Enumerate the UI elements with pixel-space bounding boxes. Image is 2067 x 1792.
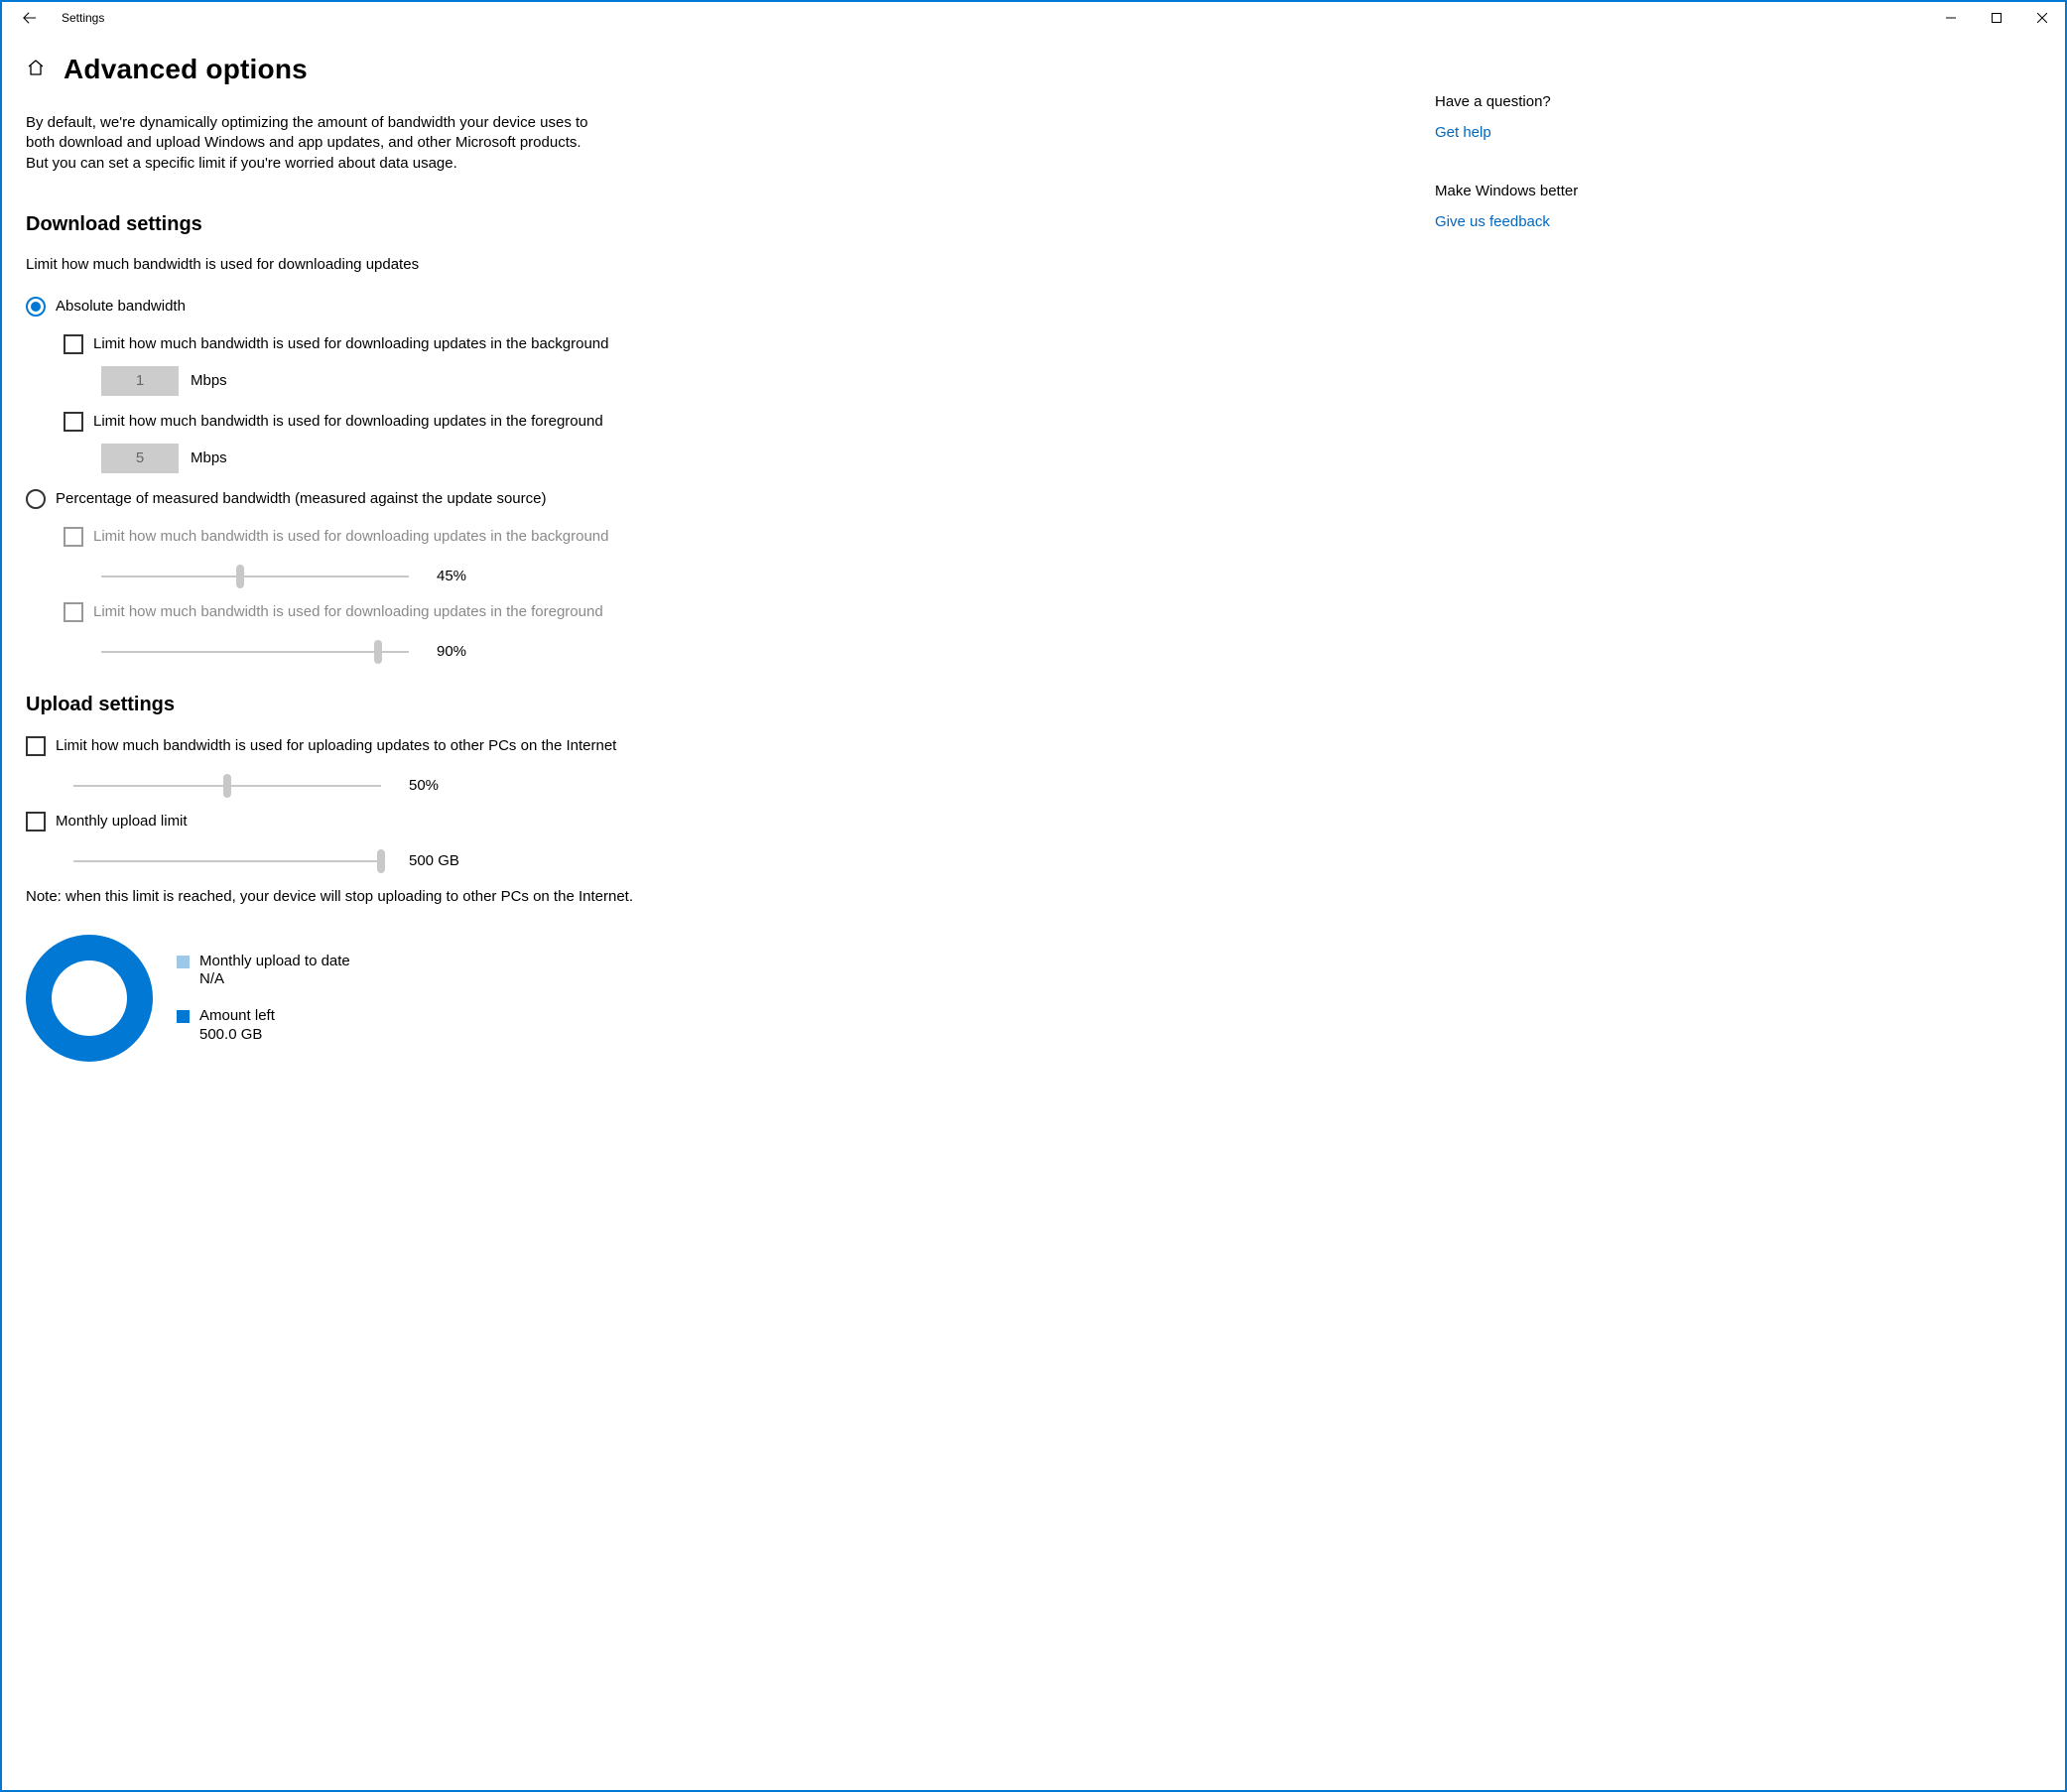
checkbox-icon bbox=[64, 334, 83, 354]
checkbox-label: Limit how much bandwidth is used for dow… bbox=[93, 528, 609, 545]
maximize-icon bbox=[1992, 13, 2002, 23]
swatch-icon bbox=[177, 956, 190, 968]
slider-value: 50% bbox=[409, 777, 468, 794]
give-feedback-link[interactable]: Give us feedback bbox=[1435, 213, 1550, 230]
radio-icon bbox=[26, 489, 46, 509]
unit-label: Mbps bbox=[191, 449, 227, 466]
close-icon bbox=[2037, 13, 2047, 23]
checkbox-download-foreground-absolute[interactable]: Limit how much bandwidth is used for dow… bbox=[64, 412, 1395, 432]
make-windows-better: Make Windows better bbox=[1435, 183, 1693, 199]
intro-text: By default, we're dynamically optimizing… bbox=[26, 113, 601, 174]
checkbox-icon bbox=[64, 527, 83, 547]
upload-heading: Upload settings bbox=[26, 694, 1395, 716]
legend-monthly-upload-to-date: Monthly upload to date N/A bbox=[177, 953, 350, 990]
monthly-upload-limit-slider bbox=[73, 849, 381, 873]
checkbox-monthly-upload-limit[interactable]: Monthly upload limit bbox=[26, 812, 1395, 832]
close-button[interactable] bbox=[2019, 2, 2065, 34]
upload-donut-chart bbox=[26, 935, 153, 1062]
home-icon[interactable] bbox=[26, 58, 46, 81]
checkbox-download-background-absolute[interactable]: Limit how much bandwidth is used for dow… bbox=[64, 334, 1395, 354]
titlebar: Settings bbox=[2, 2, 2065, 34]
minimize-button[interactable] bbox=[1928, 2, 1974, 34]
checkbox-label: Limit how much bandwidth is used for dow… bbox=[93, 603, 603, 620]
arrow-left-icon bbox=[23, 11, 37, 25]
page-title: Advanced options bbox=[64, 54, 308, 85]
checkbox-icon bbox=[64, 412, 83, 432]
slider-value: 45% bbox=[437, 568, 496, 584]
back-button[interactable] bbox=[10, 2, 50, 34]
download-heading: Download settings bbox=[26, 213, 1395, 236]
minimize-icon bbox=[1946, 13, 1956, 23]
download-background-percent-slider bbox=[101, 565, 409, 588]
radio-percentage-bandwidth[interactable]: Percentage of measured bandwidth (measur… bbox=[26, 489, 1395, 509]
legend-label: Monthly upload to date bbox=[199, 953, 350, 971]
download-foreground-percent-slider bbox=[101, 640, 409, 664]
unit-label: Mbps bbox=[191, 372, 227, 389]
upload-bandwidth-slider bbox=[73, 774, 381, 798]
download-foreground-mbps-input[interactable] bbox=[101, 444, 179, 473]
radio-absolute-bandwidth[interactable]: Absolute bandwidth bbox=[26, 297, 1395, 317]
radio-label: Percentage of measured bandwidth (measur… bbox=[56, 490, 546, 507]
have-a-question: Have a question? bbox=[1435, 93, 1693, 110]
checkbox-download-foreground-percent: Limit how much bandwidth is used for dow… bbox=[64, 602, 1395, 622]
slider-value: 500 GB bbox=[409, 852, 468, 869]
checkbox-label: Limit how much bandwidth is used for dow… bbox=[93, 335, 609, 352]
legend-label: Amount left bbox=[199, 1007, 275, 1026]
legend-amount-left: Amount left 500.0 GB bbox=[177, 1007, 350, 1045]
upload-limit-note: Note: when this limit is reached, your d… bbox=[26, 887, 661, 907]
checkbox-download-background-percent: Limit how much bandwidth is used for dow… bbox=[64, 527, 1395, 547]
checkbox-icon bbox=[64, 602, 83, 622]
main-content: Advanced options By default, we're dynam… bbox=[26, 54, 1435, 1062]
maximize-button[interactable] bbox=[1974, 2, 2019, 34]
swatch-icon bbox=[177, 1010, 190, 1023]
checkbox-label: Limit how much bandwidth is used for dow… bbox=[93, 413, 603, 430]
checkbox-icon bbox=[26, 736, 46, 756]
slider-value: 90% bbox=[437, 643, 496, 660]
get-help-link[interactable]: Get help bbox=[1435, 124, 1491, 141]
sidebar: Have a question? Get help Make Windows b… bbox=[1435, 54, 1693, 1062]
radio-icon bbox=[26, 297, 46, 317]
window-title: Settings bbox=[62, 11, 104, 25]
download-background-mbps-input[interactable] bbox=[101, 366, 179, 396]
checkbox-upload-bandwidth[interactable]: Limit how much bandwidth is used for upl… bbox=[26, 736, 1395, 756]
legend-value: 500.0 GB bbox=[199, 1026, 275, 1045]
checkbox-label: Monthly upload limit bbox=[56, 813, 188, 830]
download-desc: Limit how much bandwidth is used for dow… bbox=[26, 256, 1395, 273]
legend-value: N/A bbox=[199, 970, 350, 989]
checkbox-icon bbox=[26, 812, 46, 832]
radio-label: Absolute bandwidth bbox=[56, 298, 186, 315]
checkbox-label: Limit how much bandwidth is used for upl… bbox=[56, 737, 616, 754]
